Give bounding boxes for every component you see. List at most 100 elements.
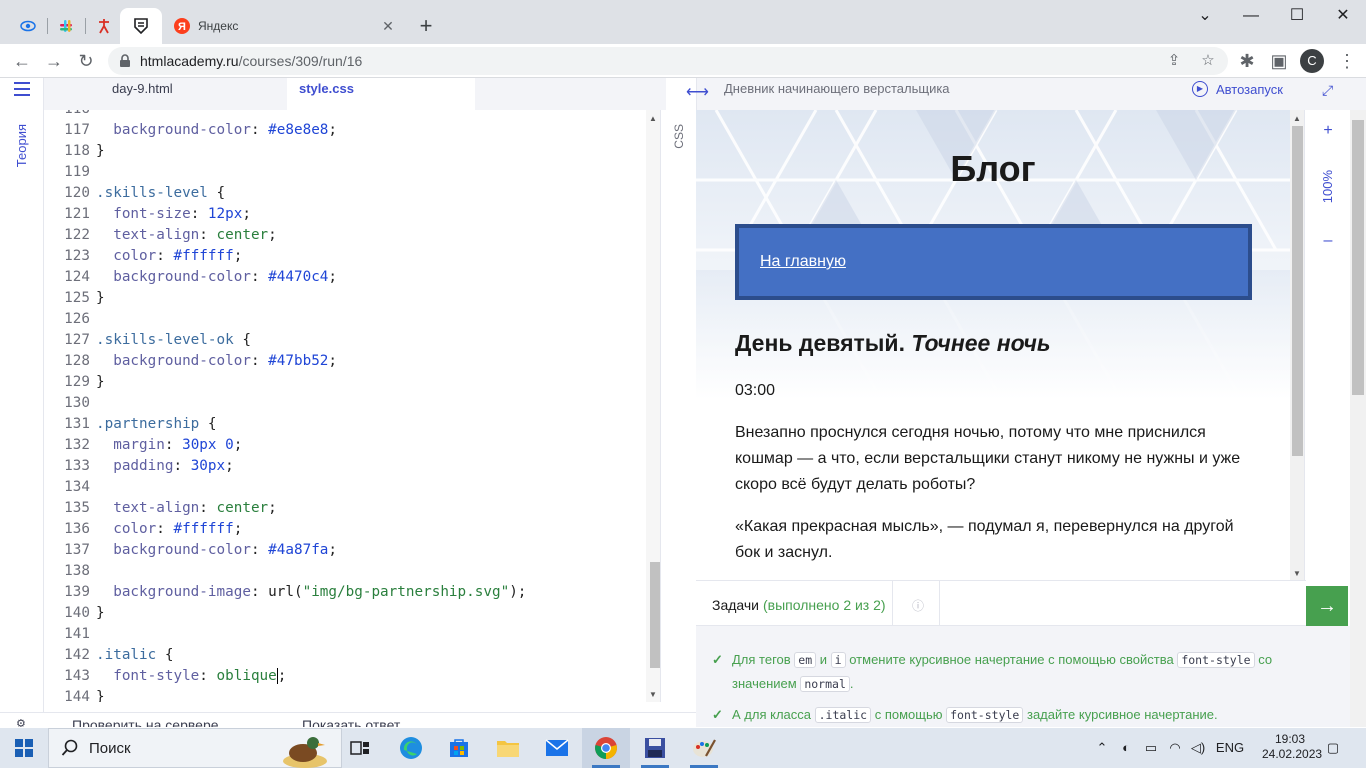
tab-style-css[interactable]: style.css [287, 78, 475, 110]
maximize-icon[interactable]: ☐ [1274, 4, 1320, 28]
code-line[interactable]: 134 [44, 477, 644, 498]
scroll-down-icon[interactable]: ▼ [1290, 569, 1304, 578]
star-icon[interactable]: ☆ [1198, 51, 1218, 71]
code-line[interactable]: 141 [44, 624, 644, 645]
zoom-in-button[interactable]: + [1305, 122, 1351, 140]
info-icon[interactable]: ⓘ [912, 597, 924, 614]
tab-search-icon[interactable]: ⌄ [1182, 4, 1228, 28]
side-panel-icon[interactable]: ▣ [1266, 48, 1292, 74]
preview-scroll-thumb[interactable] [1292, 126, 1303, 456]
tasks-label[interactable]: Задачи [712, 597, 759, 613]
code-line[interactable]: 132 margin: 30px 0; [44, 435, 644, 456]
code-line[interactable]: 137 background-color: #4a87fa; [44, 540, 644, 561]
meet-now-icon[interactable]: ◐ [1116, 728, 1136, 768]
page-content: Теория day-9.html style.css 116117 backg… [0, 78, 1366, 727]
tab-eye[interactable] [10, 8, 46, 44]
scroll-up-icon[interactable]: ▲ [646, 114, 660, 123]
paint-icon[interactable] [680, 728, 728, 768]
scroll-up-icon[interactable]: ▲ [1290, 114, 1304, 123]
save-app-icon[interactable] [631, 728, 679, 768]
show-answer-button[interactable]: Показать ответ [302, 717, 400, 727]
code-editor[interactable]: 116117 background-color: #e8e8e8;118}119… [44, 110, 646, 702]
code-line[interactable]: 121 font-size: 12px; [44, 204, 644, 225]
reload-icon[interactable]: ↻ [73, 48, 99, 74]
settings-icon[interactable]: ⚙ [16, 717, 26, 727]
code-line[interactable]: 129} [44, 372, 644, 393]
expand-icon[interactable]: ⤢ [1322, 82, 1333, 99]
code-line[interactable]: 135 text-align: center; [44, 498, 644, 519]
chrome-icon[interactable] [582, 728, 630, 768]
code-line[interactable]: 140} [44, 603, 644, 624]
code-token: { [156, 647, 174, 663]
code-line[interactable]: 130 [44, 393, 644, 414]
code-line[interactable]: 120 .skills-level { [44, 183, 644, 204]
code-line[interactable]: 131 .partnership { [44, 414, 644, 435]
code-line[interactable]: 118} [44, 141, 644, 162]
edge-browser-icon[interactable] [387, 728, 435, 768]
share-icon[interactable]: ⇪ [1164, 51, 1184, 71]
tab-slack[interactable] [48, 8, 84, 44]
clock[interactable]: 19:03 24.02.2023 [1262, 732, 1322, 762]
taskbar-search[interactable]: Поиск [48, 728, 342, 768]
menu-kebab-icon[interactable]: ⋮ [1334, 48, 1360, 74]
wifi-icon[interactable]: ◠ [1164, 728, 1186, 768]
scroll-down-icon[interactable]: ▼ [646, 690, 660, 699]
code-line[interactable]: 139 background-image: url("img/bg-partne… [44, 582, 644, 603]
code-line[interactable]: 124 background-color: #4470c4; [44, 267, 644, 288]
tab-htmlacademy[interactable] [120, 8, 162, 44]
next-step-arrow-icon[interactable]: → [1306, 586, 1348, 626]
avatar[interactable]: C [1300, 49, 1324, 73]
code-line[interactable]: 117 background-color: #e8e8e8; [44, 120, 644, 141]
battery-icon[interactable]: ▭ [1140, 728, 1162, 768]
tab-yandex[interactable]: Я Яндекс ✕ [162, 8, 404, 44]
forward-icon[interactable]: → [41, 48, 67, 74]
code-line[interactable]: 122 text-align: center; [44, 225, 644, 246]
close-window-icon[interactable]: ✕ [1320, 4, 1366, 28]
resize-horizontal-icon[interactable]: ⟷ [686, 82, 709, 102]
code-line[interactable]: 128 background-color: #47bb52; [44, 351, 644, 372]
zoom-out-button[interactable]: – [1305, 232, 1351, 250]
code-token: "img/bg-partnership.svg" [302, 584, 510, 600]
code-line[interactable]: 127 .skills-level-ok { [44, 330, 644, 351]
code-line[interactable]: 144} [44, 687, 644, 702]
css-label[interactable]: CSS [672, 124, 686, 149]
file-explorer-icon[interactable] [484, 728, 532, 768]
theory-tab[interactable]: Теория [14, 124, 29, 167]
hamburger-menu-icon[interactable] [14, 82, 30, 96]
code-line[interactable]: 133 padding: 30px; [44, 456, 644, 477]
tab-figure[interactable] [86, 8, 122, 44]
new-tab-button[interactable]: + [414, 14, 438, 38]
code-line[interactable]: 138 [44, 561, 644, 582]
notifications-icon[interactable]: ▢ [1320, 728, 1346, 768]
tab-day-9-html[interactable]: day-9.html [100, 78, 321, 110]
code-line[interactable]: 116 [44, 110, 644, 120]
task-view-icon[interactable] [336, 728, 384, 768]
mail-icon[interactable] [533, 728, 581, 768]
code-line[interactable]: 142 .italic { [44, 645, 644, 666]
editor-bottom-bar: ⚙ Проверить на сервере Показать ответ [0, 712, 696, 727]
code-token: text-align [96, 500, 200, 516]
close-tab-icon[interactable]: ✕ [378, 18, 398, 35]
post-paragraph: Внезапно проснулся сегодня ночью, потому… [735, 424, 1241, 493]
tray-chevron-icon[interactable]: ⌃ [1092, 728, 1112, 768]
code-line[interactable]: 119 [44, 162, 644, 183]
code-line[interactable]: 126 [44, 309, 644, 330]
code-line[interactable]: 136 color: #ffffff; [44, 519, 644, 540]
store-icon[interactable] [435, 728, 483, 768]
start-button[interactable] [0, 728, 48, 768]
volume-icon[interactable]: ◁) [1188, 728, 1208, 768]
page-scroll-thumb[interactable] [1352, 120, 1364, 395]
address-bar[interactable]: htmlacademy.ru/courses/309/run/16 ⇪ ☆ [108, 47, 1228, 75]
minimize-icon[interactable]: — [1228, 4, 1274, 28]
autorun-toggle[interactable]: ▶ Автозапуск [1192, 81, 1283, 97]
code-line[interactable]: 123 color: #ffffff; [44, 246, 644, 267]
home-link[interactable]: На главную [760, 253, 846, 271]
check-server-button[interactable]: Проверить на сервере [72, 717, 219, 727]
code-line[interactable]: 125} [44, 288, 644, 309]
language-indicator[interactable]: ENG [1212, 728, 1248, 768]
inline-code: .italic [814, 707, 872, 723]
editor-scroll-thumb[interactable] [650, 562, 660, 668]
back-icon[interactable]: ← [9, 48, 35, 74]
code-line[interactable]: 143 font-style: oblique; [44, 666, 644, 687]
extensions-icon[interactable]: ✱ [1234, 48, 1260, 74]
